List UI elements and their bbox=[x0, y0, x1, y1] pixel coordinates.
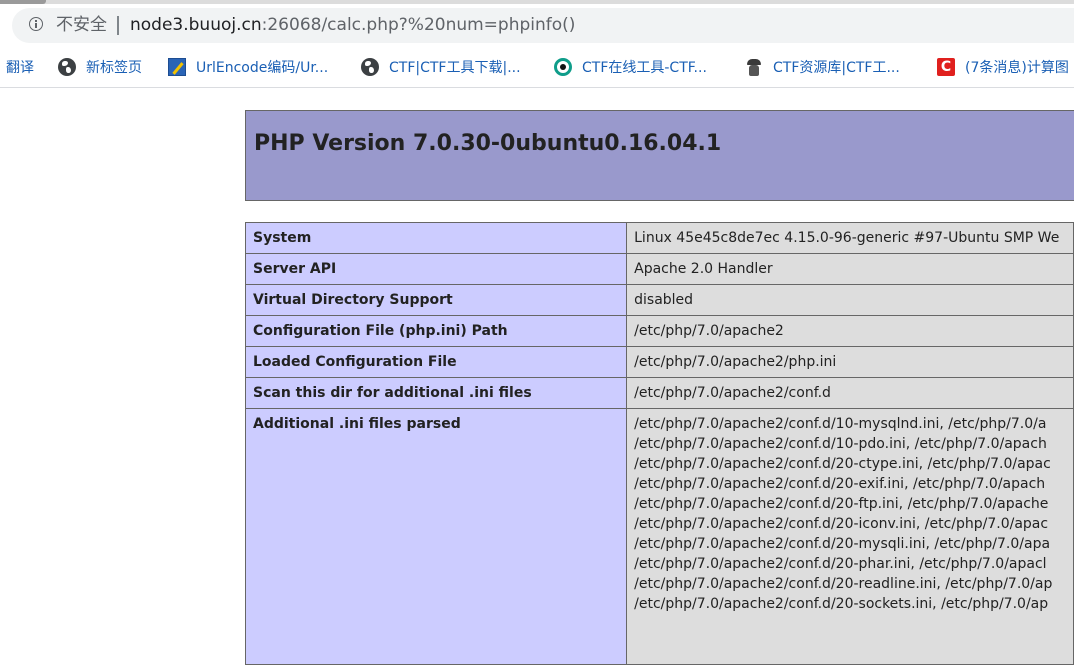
ini-file-line: /etc/php/7.0/apache2/conf.d/20-readline.… bbox=[634, 576, 1053, 592]
table-row: Server API Apache 2.0 Handler bbox=[244, 253, 1074, 285]
globe-icon bbox=[58, 58, 76, 76]
bookmarks-divider bbox=[0, 87, 1074, 88]
row-key: Server API bbox=[244, 253, 628, 285]
bookmark-label: CTF|CTF工具下载|... bbox=[389, 60, 521, 76]
bookmarks-bar: 翻译 新标签页 UrlEncode编码/Ur... CTF|CTF工具下载|..… bbox=[0, 48, 1074, 86]
bookmark-label: CTF资源库|CTF工... bbox=[773, 60, 900, 76]
url-host: node3.buuoj.cn bbox=[130, 15, 262, 35]
bookmark-ctf-resources[interactable]: CTF资源库|CTF工... bbox=[745, 57, 900, 77]
active-tab-edge[interactable] bbox=[0, 0, 46, 4]
globe-icon bbox=[361, 58, 379, 76]
bookmark-label: CTF在线工具-CTF... bbox=[582, 60, 707, 76]
ini-file-line: /etc/php/7.0/apache2/conf.d/20-sockets.i… bbox=[634, 596, 1049, 612]
address-bar[interactable]: 不安全 node3.buuoj.cn:26068/calc.php?%20num… bbox=[12, 8, 1074, 43]
row-value: /etc/php/7.0/apache2/conf.d bbox=[626, 377, 1074, 409]
table-row: Configuration File (php.ini) Path /etc/p… bbox=[244, 315, 1074, 347]
urlencode-icon bbox=[168, 58, 186, 76]
ini-file-line: /etc/php/7.0/apache2/conf.d/10-mysqlnd.i… bbox=[634, 416, 1047, 432]
ini-file-line: /etc/php/7.0/apache2/conf.d/20-ftp.ini, … bbox=[634, 496, 1049, 512]
bookmark-label: UrlEncode编码/Ur... bbox=[196, 60, 329, 76]
bookmark-ctf-tools[interactable]: CTF|CTF工具下载|... bbox=[361, 57, 521, 77]
ini-file-line: /etc/php/7.0/apache2/conf.d/20-phar.ini,… bbox=[634, 556, 1047, 572]
row-key: Virtual Directory Support bbox=[244, 284, 628, 316]
url-text[interactable]: node3.buuoj.cn:26068/calc.php?%20num=php… bbox=[130, 15, 575, 35]
url-path: :26068/calc.php?%20num=phpinfo() bbox=[261, 15, 576, 35]
row-value: Linux 45e45c8de7ec 4.15.0-96-generic #97… bbox=[626, 222, 1074, 254]
table-row: Virtual Directory Support disabled bbox=[244, 284, 1074, 316]
bookmark-label: (7条消息)计算图 bbox=[965, 60, 1069, 76]
info-icon[interactable] bbox=[29, 17, 43, 31]
table-row: Scan this dir for additional .ini files … bbox=[244, 377, 1074, 409]
row-key: Configuration File (php.ini) Path bbox=[244, 315, 628, 347]
phpinfo-header: PHP Version 7.0.30-0ubuntu0.16.04.1 bbox=[245, 110, 1074, 201]
ini-file-line: /etc/php/7.0/apache2/conf.d/10-pdo.ini, … bbox=[634, 436, 1047, 452]
bookmark-ctf-online[interactable]: CTF在线工具-CTF... bbox=[554, 57, 707, 77]
row-value: disabled bbox=[626, 284, 1074, 316]
table-row: Loaded Configuration File /etc/php/7.0/a… bbox=[244, 346, 1074, 378]
row-value: /etc/php/7.0/apache2 bbox=[626, 315, 1074, 347]
row-value: /etc/php/7.0/apache2/php.ini bbox=[626, 346, 1074, 378]
row-value: Apache 2.0 Handler bbox=[626, 253, 1074, 285]
browser-tab-strip bbox=[0, 0, 1074, 4]
row-key: Loaded Configuration File bbox=[244, 346, 628, 378]
ini-file-line: /etc/php/7.0/apache2/conf.d/20-exif.ini,… bbox=[634, 476, 1046, 492]
ini-file-line: /etc/php/7.0/apache2/conf.d/20-mysqli.in… bbox=[634, 536, 1051, 552]
security-label[interactable]: 不安全 bbox=[56, 15, 107, 35]
row-key: Additional .ini files parsed bbox=[244, 408, 628, 665]
spy-icon bbox=[745, 58, 763, 76]
bookmark-label: 翻译 bbox=[6, 60, 34, 76]
table-row: Additional .ini files parsed /etc/php/7.… bbox=[244, 408, 1074, 665]
bookmark-urlencode[interactable]: UrlEncode编码/Ur... bbox=[168, 57, 328, 77]
csdn-icon: C bbox=[937, 58, 955, 76]
row-value: /etc/php/7.0/apache2/conf.d/10-mysqlnd.i… bbox=[626, 408, 1074, 665]
row-key: System bbox=[244, 222, 628, 254]
ini-file-line: /etc/php/7.0/apache2/conf.d/20-ctype.ini… bbox=[634, 456, 1051, 472]
page-title: PHP Version 7.0.30-0ubuntu0.16.04.1 bbox=[254, 131, 722, 156]
row-key: Scan this dir for additional .ini files bbox=[244, 377, 628, 409]
ini-file-line: /etc/php/7.0/apache2/conf.d/20-iconv.ini… bbox=[634, 516, 1049, 532]
phpinfo-table: System Linux 45e45c8de7ec 4.15.0-96-gene… bbox=[244, 222, 1074, 665]
bookmark-csdn[interactable]: C (7条消息)计算图 bbox=[937, 57, 1069, 77]
table-row: System Linux 45e45c8de7ec 4.15.0-96-gene… bbox=[244, 222, 1074, 254]
address-separator bbox=[117, 16, 119, 35]
bookmark-new-tab[interactable]: 新标签页 bbox=[58, 57, 142, 77]
bookmark-translate[interactable]: 翻译 bbox=[6, 57, 34, 77]
bookmark-label: 新标签页 bbox=[86, 60, 142, 76]
ctf-online-icon bbox=[554, 58, 572, 76]
